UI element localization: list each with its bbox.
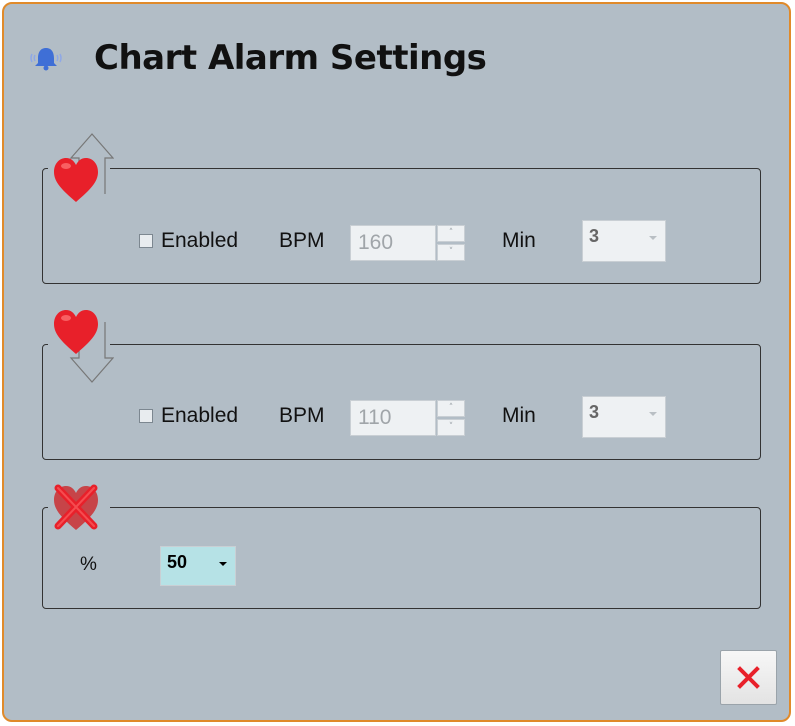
signal-loss-percent-select[interactable]: 50 bbox=[160, 546, 236, 586]
low-alarm-bpm-up-button[interactable]: ˄ bbox=[437, 400, 465, 417]
heart-crossed-icon bbox=[54, 484, 98, 530]
dialog-title: Chart Alarm Settings bbox=[94, 38, 487, 78]
low-alarm-bpm-input[interactable]: 110 bbox=[350, 400, 436, 436]
low-alarm-min-label: Min bbox=[502, 404, 536, 427]
close-icon bbox=[737, 666, 760, 689]
chevron-down-icon bbox=[649, 236, 657, 240]
chart-alarm-settings-dialog: Chart Alarm Settings Enabled BPM 160 ˄ ˅… bbox=[2, 2, 791, 722]
heart-arrow-down-icon bbox=[54, 310, 114, 383]
signal-loss-group bbox=[42, 507, 761, 609]
signal-loss-percent-label: % bbox=[80, 554, 97, 575]
high-alarm-bpm-down-button[interactable]: ˅ bbox=[437, 244, 465, 261]
chevron-down-icon bbox=[219, 562, 227, 566]
signal-loss-percent-value: 50 bbox=[167, 552, 188, 572]
high-alarm-bpm-label: BPM bbox=[279, 229, 325, 252]
high-alarm-enabled-checkbox[interactable] bbox=[139, 234, 153, 248]
low-alarm-bpm-down-button[interactable]: ˅ bbox=[437, 419, 465, 436]
high-alarm-min-label: Min bbox=[502, 229, 536, 252]
chevron-down-icon bbox=[649, 412, 657, 416]
low-alarm-min-select[interactable]: 3 bbox=[582, 396, 666, 438]
high-alarm-enabled-label: Enabled bbox=[161, 229, 239, 252]
high-alarm-min-value: 3 bbox=[589, 226, 600, 246]
low-alarm-enabled-label: Enabled bbox=[161, 404, 239, 427]
bell-icon bbox=[30, 48, 62, 71]
high-alarm-bpm-input[interactable]: 160 bbox=[350, 225, 436, 261]
low-alarm-bpm-label: BPM bbox=[279, 404, 325, 427]
high-alarm-bpm-up-button[interactable]: ˄ bbox=[437, 225, 465, 242]
heart-arrow-up-icon bbox=[54, 133, 114, 202]
low-alarm-min-value: 3 bbox=[589, 402, 600, 422]
close-button[interactable] bbox=[720, 650, 777, 705]
low-alarm-enabled-checkbox[interactable] bbox=[139, 409, 153, 423]
high-alarm-min-select[interactable]: 3 bbox=[582, 220, 666, 262]
